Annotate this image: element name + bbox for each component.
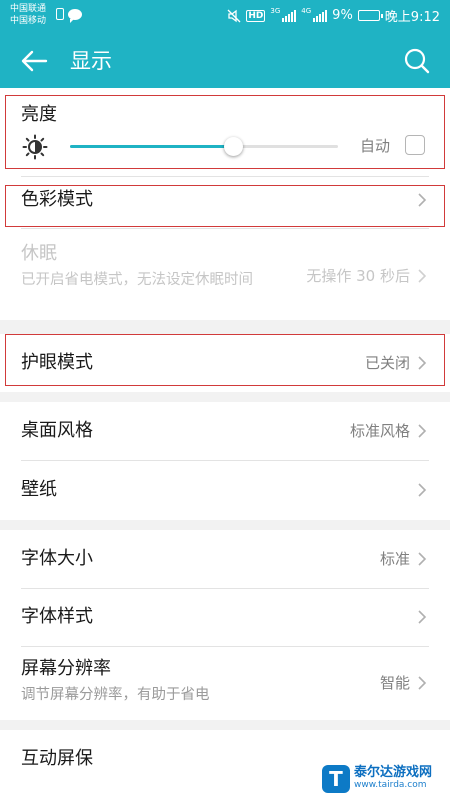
- page-title: 显示: [70, 49, 112, 73]
- desktop-style-value: 标准风格: [349, 422, 410, 440]
- sleep-row: 休眠 已开启省电模式，无法设定休眠时间 无操作 30 秒后: [0, 230, 450, 320]
- chevron-right-icon: [418, 424, 427, 438]
- eye-comfort-value: 已关闭: [364, 354, 410, 372]
- watermark: T 泰尔达游戏网 www.tairda.com: [322, 762, 446, 796]
- divider: [21, 228, 429, 229]
- font-style-label: 字体样式: [21, 606, 93, 627]
- auto-brightness-label: 自动: [359, 137, 390, 155]
- divider: [21, 176, 429, 177]
- resolution-label: 屏幕分辨率: [21, 658, 111, 679]
- brightness-slider[interactable]: [70, 137, 338, 156]
- battery-percent: 9%: [332, 8, 353, 23]
- chevron-right-icon: [418, 193, 427, 207]
- sleep-subtitle: 已开启省电模式，无法设定休眠时间: [21, 272, 253, 288]
- signal-icon-2: [313, 9, 328, 22]
- back-arrow-icon: [21, 50, 48, 72]
- hd-badge: HD: [246, 9, 266, 22]
- chevron-right-icon: [418, 269, 427, 283]
- search-icon: [404, 48, 430, 74]
- watermark-name: 泰尔达游戏网: [354, 765, 433, 780]
- chevron-right-icon: [418, 552, 427, 566]
- color-mode-row[interactable]: 色彩模式: [0, 178, 450, 226]
- chevron-right-icon: [418, 356, 427, 370]
- eye-comfort-label: 护眼模式: [21, 352, 93, 373]
- back-button[interactable]: [18, 46, 50, 76]
- sim-icon: [56, 8, 64, 20]
- font-size-label: 字体大小: [21, 548, 93, 569]
- screensaver-label: 互动屏保: [21, 748, 93, 769]
- chevron-right-icon: [418, 610, 427, 624]
- sleep-label: 休眠: [21, 243, 57, 264]
- font-size-value: 标准: [379, 550, 410, 568]
- chevron-right-icon: [418, 676, 427, 690]
- brightness-icon: [22, 134, 48, 160]
- watermark-url: www.tairda.com: [354, 780, 427, 790]
- watermark-logo: T: [322, 765, 350, 793]
- carrier-1: 中国联通: [10, 4, 47, 14]
- carrier-info: 中国联通 中国移动: [10, 3, 46, 27]
- carrier-2: 中国移动: [10, 16, 47, 26]
- search-button[interactable]: [402, 46, 432, 76]
- network-4g-label: 4G: [301, 6, 312, 15]
- toolbar: 显示: [0, 34, 450, 88]
- wallpaper-label: 壁纸: [21, 479, 57, 500]
- eye-comfort-row[interactable]: 护眼模式 已关闭: [0, 334, 450, 392]
- wallpaper-row[interactable]: 壁纸: [0, 461, 450, 519]
- resolution-subtitle: 调节屏幕分辨率，有助于省电: [21, 687, 210, 703]
- sleep-value: 无操作 30 秒后: [306, 267, 410, 285]
- network-3g-label: 3G: [270, 6, 281, 15]
- auto-brightness-checkbox[interactable]: [405, 135, 425, 155]
- brightness-row: 亮度: [0, 88, 450, 176]
- app-bar: 中国联通 中国移动 HD 3G 4G 9% 晚上9:12 显示: [0, 0, 450, 88]
- clock: 晚上9:12: [384, 10, 440, 25]
- message-icon: [68, 8, 82, 23]
- resolution-row[interactable]: 屏幕分辨率 调节屏幕分辨率，有助于省电 智能: [0, 647, 450, 719]
- brightness-slider-fill: [70, 145, 234, 148]
- signal-icon: [282, 9, 297, 22]
- font-style-row[interactable]: 字体样式: [0, 589, 450, 647]
- battery-icon: [357, 10, 383, 21]
- chevron-right-icon: [418, 483, 427, 497]
- mute-icon: [227, 9, 241, 22]
- color-mode-label: 色彩模式: [21, 189, 93, 210]
- brightness-label: 亮度: [21, 104, 57, 125]
- font-size-row[interactable]: 字体大小 标准: [0, 530, 450, 588]
- status-bar: 中国联通 中国移动 HD 3G 4G 9% 晚上9:12: [0, 0, 450, 34]
- desktop-style-label: 桌面风格: [21, 420, 93, 441]
- desktop-style-row[interactable]: 桌面风格 标准风格: [0, 402, 450, 460]
- resolution-value: 智能: [379, 674, 410, 692]
